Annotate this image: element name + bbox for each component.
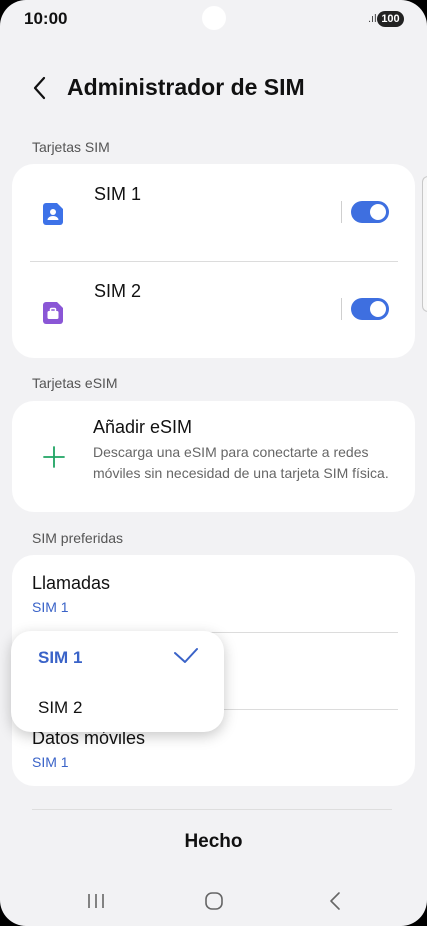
footer-divider: [32, 809, 392, 810]
toggle-knob: [370, 301, 386, 317]
sim-1-toggle[interactable]: [351, 201, 389, 223]
add-esim-description: Descarga una eSIM para conectarte a rede…: [93, 444, 389, 481]
checkmark-icon: [174, 647, 198, 667]
toggle-knob: [370, 204, 386, 220]
preferred-calls-title: Llamadas: [32, 573, 111, 593]
nav-back-icon[interactable]: [320, 886, 350, 916]
toggle-divider: [341, 201, 342, 223]
toggle-divider: [341, 298, 342, 320]
section-label-preferred: SIM preferidas: [32, 530, 124, 546]
dropdown-option-label: SIM 2: [38, 698, 83, 717]
dropdown-option-sim-1[interactable]: SIM 1: [11, 633, 224, 681]
battery-badge: 100: [377, 11, 404, 27]
back-arrow-icon[interactable]: [28, 72, 52, 104]
status-bar: 10:00 .ıl 100: [0, 0, 427, 40]
sim-row-2[interactable]: SIM 2: [12, 261, 415, 358]
recent-apps-icon[interactable]: [81, 886, 111, 916]
home-icon[interactable]: [199, 886, 229, 916]
sim-select-dropdown: SIM 1 SIM 2: [11, 631, 224, 732]
sim-2-toggle[interactable]: [351, 298, 389, 320]
sim-name: SIM 2: [94, 281, 142, 301]
add-esim-title: Añadir eSIM: [93, 417, 193, 437]
sim-row-1[interactable]: SIM 1: [12, 164, 415, 261]
sim-cards-card: SIM 1 SIM 2: [12, 164, 415, 358]
scrollbar[interactable]: [422, 176, 427, 312]
screen: 10:00 .ıl 100 Administrador de SIM Tarje…: [0, 0, 427, 926]
navigation-bar: [0, 880, 427, 920]
sim-card-person-icon: [42, 202, 64, 226]
sim-name: SIM 1: [94, 184, 142, 204]
page-title: Administrador de SIM: [67, 74, 305, 100]
section-label-esim: Tarjetas eSIM: [32, 375, 118, 391]
dropdown-option-label: SIM 1: [38, 648, 83, 667]
camera-cutout: [202, 6, 226, 30]
sim-card-briefcase-icon: [42, 301, 64, 325]
section-label-sim: Tarjetas SIM: [32, 139, 110, 155]
dropdown-option-sim-2[interactable]: SIM 2: [11, 683, 224, 731]
signal-icon: .ıl: [368, 13, 377, 25]
preferred-calls-value: SIM 1: [32, 599, 69, 615]
preferred-data-value: SIM 1: [32, 754, 69, 770]
plus-icon: [42, 445, 66, 469]
app-header: Administrador de SIM: [0, 62, 427, 114]
add-esim-card[interactable]: Añadir eSIM Descarga una eSIM para conec…: [12, 401, 415, 512]
status-time: 10:00: [24, 9, 68, 28]
done-button[interactable]: Hecho: [0, 831, 427, 853]
preferred-calls-item[interactable]: Llamadas SIM 1: [12, 555, 415, 632]
